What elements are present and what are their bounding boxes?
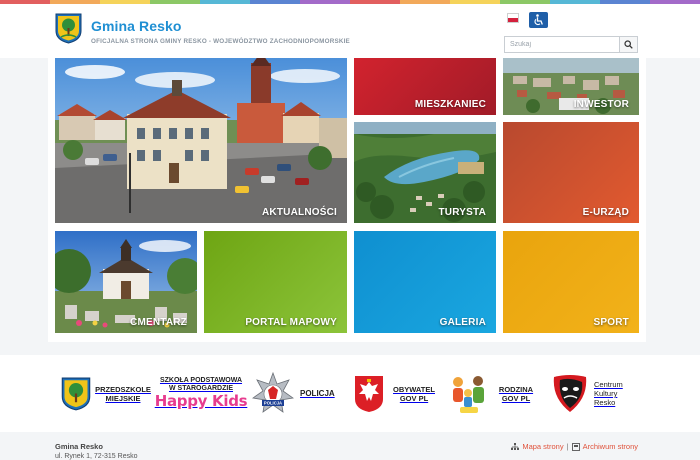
tile-label: CMENTARZ	[130, 317, 187, 328]
partner-centrum-kultury[interactable]: Centrum Kultury Resko	[552, 355, 640, 432]
tile-label: TURYSTA	[438, 207, 486, 218]
tile-turysta[interactable]: TURYSTA	[354, 122, 496, 223]
happy-kids-logo: Happy Kids	[154, 392, 248, 410]
wheelchair-icon	[534, 14, 543, 26]
tile-portal-mapowy[interactable]: PORTAL MAPOWY	[204, 231, 347, 333]
partner-label: PRZEDSZKOLE MIEJSKIE	[95, 384, 151, 403]
tile-inwestor[interactable]: INWESTOR	[503, 58, 639, 115]
tile-sport[interactable]: SPORT	[503, 231, 639, 333]
tile-e-urzad[interactable]: E-URZĄD	[503, 122, 639, 223]
footer-separator: |	[566, 442, 569, 451]
polish-eagle-icon	[355, 375, 383, 412]
site-header: Gmina Resko OFICJALNA STRONA GMINY RESKO…	[0, 4, 700, 58]
site-title[interactable]: Gmina Resko	[91, 18, 182, 34]
resko-crest-icon	[61, 377, 91, 410]
tile-grid: AKTUALNOŚCI MIESZKANIEC INWESTOR TURYSTA	[48, 58, 646, 342]
family-icon	[453, 375, 484, 413]
partner-label: SZKOŁA PODSTAWOWA	[159, 377, 243, 384]
theatre-mask-icon	[553, 374, 587, 412]
tile-cmentarz[interactable]: CMENTARZ	[55, 231, 197, 333]
footer-org-name: Gmina Resko	[55, 442, 103, 451]
footer-links: Mapa strony | Archiwum strony	[511, 442, 638, 451]
search-icon	[624, 40, 633, 49]
partner-label: Centrum Kultury Resko	[594, 380, 623, 407]
partner-label: OBYWATEL GOV PL	[393, 384, 435, 403]
tile-label: GALERIA	[439, 317, 486, 328]
archive-icon	[571, 442, 580, 451]
sitemap-icon	[511, 442, 520, 450]
police-star-icon: POLICJA	[252, 371, 294, 413]
partner-rodzina-gov[interactable]: RODZINA GOV PL	[446, 355, 538, 432]
tile-label: SPORT	[593, 317, 629, 328]
tile-mieszkaniec[interactable]: MIESZKANIEC	[354, 58, 496, 115]
site-subtitle: OFICJALNA STRONA GMINY RESKO - WOJEWÓDZT…	[91, 38, 350, 45]
partner-obywatel-gov[interactable]: OBYWATEL GOV PL	[354, 355, 444, 432]
partner-label: RODZINA GOV PL	[498, 384, 534, 403]
partner-policja[interactable]: POLICJA POLICJA	[252, 355, 342, 432]
archive-link[interactable]: Archiwum strony	[583, 442, 638, 451]
partner-label: POLICJA	[300, 389, 335, 398]
tile-galeria[interactable]: GALERIA	[354, 231, 496, 333]
polish-flag-icon[interactable]	[507, 13, 519, 23]
tile-label: AKTUALNOŚCI	[262, 207, 337, 218]
search-input[interactable]	[504, 36, 619, 53]
footer-address: ul. Rynek 1, 72-315 Resko	[55, 453, 138, 460]
police-badge-text: POLICJA	[264, 400, 282, 405]
search-button[interactable]	[619, 36, 638, 53]
accessibility-button[interactable]	[529, 12, 548, 28]
resko-crest-icon	[55, 13, 82, 44]
partner-szkola-happy-kids[interactable]: SZKOŁA PODSTAWOWA W STAROGARDZIE Happy K…	[154, 355, 248, 432]
tile-label: MIESZKANIEC	[414, 99, 486, 110]
tile-label: E-URZĄD	[582, 207, 629, 218]
partner-przedszkole[interactable]: PRZEDSZKOLE MIEJSKIE	[61, 355, 153, 432]
sitemap-link[interactable]: Mapa strony	[522, 442, 563, 451]
tile-label: PORTAL MAPOWY	[245, 317, 337, 328]
tile-label: INWESTOR	[573, 99, 629, 110]
partner-logos: PRZEDSZKOLE MIEJSKIE SZKOŁA PODSTAWOWA W…	[0, 355, 700, 432]
tile-aktualnosci[interactable]: AKTUALNOŚCI	[55, 58, 347, 223]
site-footer: Gmina Resko ul. Rynek 1, 72-315 Resko Ma…	[0, 432, 700, 460]
town-square-photo	[55, 58, 347, 223]
